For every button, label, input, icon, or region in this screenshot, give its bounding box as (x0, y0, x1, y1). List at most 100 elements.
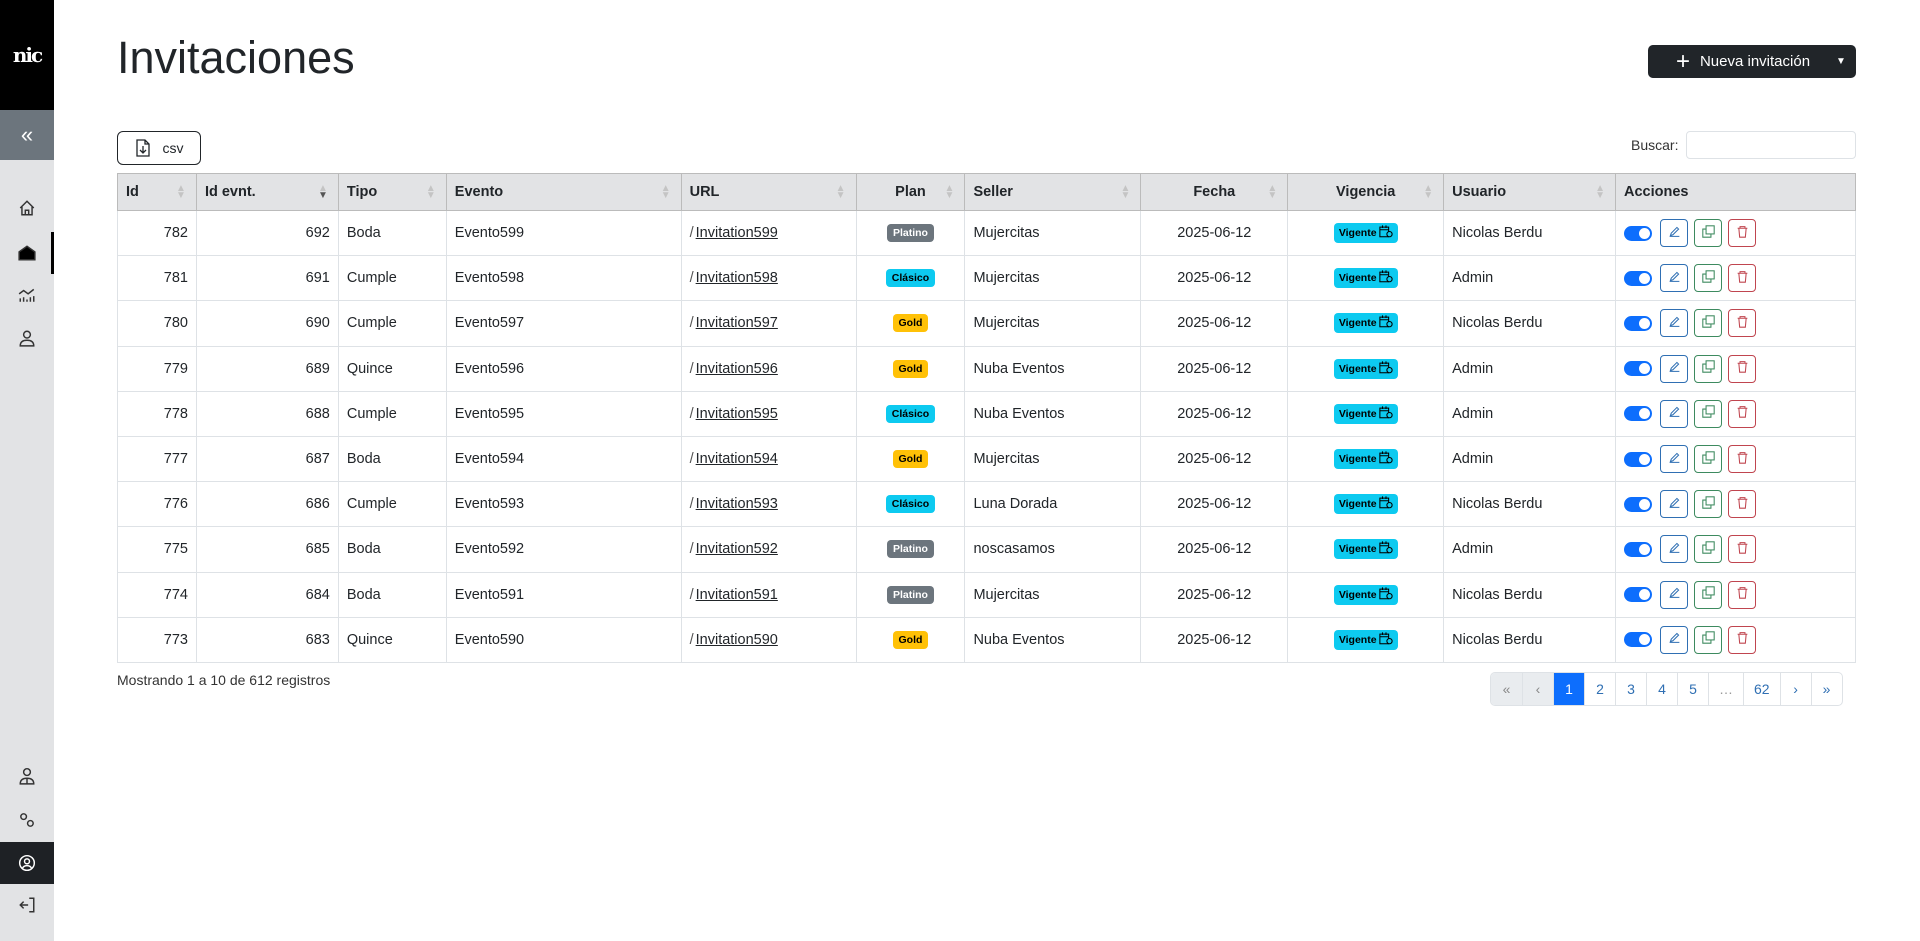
duplicate-button[interactable] (1694, 535, 1723, 564)
active-toggle[interactable] (1624, 315, 1653, 331)
sidebar-item-profile[interactable] (0, 842, 54, 884)
edit-button[interactable] (1660, 264, 1689, 293)
edit-button[interactable] (1660, 354, 1689, 383)
delete-button[interactable] (1728, 219, 1757, 248)
column-header-tipo[interactable]: Tipo ▲ ▼ (337, 173, 447, 211)
cell-actions (1615, 390, 1856, 437)
cell-id: 780 (117, 300, 197, 347)
edit-button[interactable] (1660, 580, 1689, 609)
page-prev-button[interactable]: ‹ (1522, 673, 1553, 705)
new-invitation-button[interactable]: + Nueva invitación ▼ (1648, 45, 1856, 78)
sidebar-item-home[interactable] (0, 187, 54, 229)
column-header-id[interactable]: Id ▲ ▼ (117, 173, 197, 211)
duplicate-button[interactable] (1694, 354, 1723, 383)
active-toggle[interactable] (1624, 361, 1653, 377)
duplicate-button[interactable] (1694, 445, 1723, 474)
invitation-link[interactable]: Invitation595 (696, 406, 778, 422)
invitation-link[interactable]: Invitation590 (696, 632, 778, 648)
table-row: 778 688 Cumple Evento595 /Invitation595 … (117, 390, 1856, 437)
duplicate-button[interactable] (1694, 580, 1723, 609)
page-last-button[interactable]: » (1810, 673, 1842, 705)
cell-date: 2025-06-12 (1140, 345, 1289, 392)
invitation-link[interactable]: Invitation591 (696, 587, 778, 603)
sidebar-item-settings[interactable] (0, 799, 54, 841)
edit-button[interactable] (1660, 399, 1689, 428)
invitation-link[interactable]: Invitation599 (696, 225, 778, 241)
sidebar-item-invitations[interactable] (0, 232, 54, 274)
delete-button[interactable] (1728, 625, 1757, 654)
active-toggle[interactable] (1624, 632, 1653, 648)
sidebar-item-sellers[interactable] (0, 755, 54, 797)
page-3-button[interactable]: 3 (1615, 673, 1646, 705)
validity-label: Vigente (1338, 317, 1377, 330)
page-next-button[interactable]: › (1779, 673, 1811, 705)
invitation-link[interactable]: Invitation593 (696, 496, 778, 512)
duplicate-button[interactable] (1694, 264, 1723, 293)
duplicate-button[interactable] (1694, 399, 1723, 428)
edit-button[interactable] (1660, 309, 1689, 338)
new-invitation-label: Nueva invitación (1699, 53, 1811, 70)
delete-button[interactable] (1728, 535, 1757, 564)
duplicate-button[interactable] (1694, 490, 1723, 519)
page-5-button[interactable]: 5 (1677, 673, 1708, 705)
invitation-link[interactable]: Invitation597 (696, 315, 778, 331)
validity-badge: Vigente (1333, 313, 1398, 334)
duplicate-button[interactable] (1694, 625, 1723, 654)
invitation-link[interactable]: Invitation596 (696, 361, 778, 377)
sidebar-item-stats[interactable] (0, 274, 54, 316)
column-header-url[interactable]: URL ▲ ▼ (680, 173, 857, 211)
active-toggle[interactable] (1624, 587, 1653, 603)
validity-badge: Vigente (1333, 268, 1398, 289)
validity-label: Vigente (1338, 407, 1377, 420)
cell-seller: Nuba Eventos (964, 345, 1142, 392)
column-header-label: URL (689, 184, 720, 200)
duplicate-button[interactable] (1694, 309, 1723, 338)
delete-button[interactable] (1728, 399, 1757, 428)
search-input[interactable] (1686, 131, 1857, 159)
invitation-link[interactable]: Invitation594 (696, 451, 778, 467)
page-first-button[interactable]: « (1491, 673, 1522, 705)
delete-button[interactable] (1728, 354, 1757, 383)
validity-label: Vigente (1338, 272, 1377, 285)
active-toggle[interactable] (1624, 496, 1653, 512)
edit-button[interactable] (1660, 535, 1689, 564)
page-4-button[interactable]: 4 (1646, 673, 1677, 705)
column-header-plan[interactable]: Plan ▲ ▼ (855, 173, 966, 211)
invitation-link[interactable]: Invitation598 (696, 270, 778, 286)
delete-button[interactable] (1728, 264, 1757, 293)
edit-button[interactable] (1660, 625, 1689, 654)
column-header-usuario[interactable]: Usuario ▲ ▼ (1443, 173, 1617, 211)
collapse-sidebar-button[interactable]: « (0, 110, 54, 160)
sidebar-item-users[interactable] (0, 317, 54, 359)
dropdown-caret-icon[interactable]: ▼ (1826, 56, 1856, 67)
active-toggle[interactable] (1624, 451, 1653, 467)
search: Buscar: (1631, 131, 1857, 159)
duplicate-button[interactable] (1694, 219, 1723, 248)
delete-button[interactable] (1728, 309, 1757, 338)
column-header-seller[interactable]: Seller ▲ ▼ (964, 173, 1142, 211)
logo[interactable]: nic (0, 0, 54, 110)
column-header-fecha[interactable]: Fecha ▲ ▼ (1140, 173, 1289, 211)
active-toggle[interactable] (1624, 270, 1653, 286)
page-1-button[interactable]: 1 (1553, 673, 1584, 705)
edit-button[interactable] (1660, 490, 1689, 519)
sort-icon: ▲ ▼ (944, 183, 955, 201)
sidebar-item-logout[interactable] (0, 884, 54, 926)
edit-button[interactable] (1660, 445, 1689, 474)
column-header-id-evnt[interactable]: Id evnt. ▲ ▼ (195, 173, 339, 211)
page-2-button[interactable]: 2 (1584, 673, 1615, 705)
csv-export-button[interactable]: csv (117, 131, 201, 165)
delete-button[interactable] (1728, 580, 1757, 609)
column-header-evento[interactable]: Evento ▲ ▼ (445, 173, 682, 211)
invitation-link[interactable]: Invitation592 (696, 541, 778, 557)
edit-button[interactable] (1660, 219, 1689, 248)
delete-button[interactable] (1728, 445, 1757, 474)
active-toggle[interactable] (1624, 541, 1653, 557)
table-row: 775 685 Boda Evento592 /Invitation592 Pl… (117, 526, 1856, 573)
delete-button[interactable] (1728, 490, 1757, 519)
active-toggle[interactable] (1624, 225, 1653, 241)
page-62-button[interactable]: 62 (1743, 673, 1780, 705)
column-header-vigencia[interactable]: Vigencia ▲ ▼ (1287, 173, 1445, 211)
link-slash-icon: / (689, 315, 694, 332)
active-toggle[interactable] (1624, 406, 1653, 422)
